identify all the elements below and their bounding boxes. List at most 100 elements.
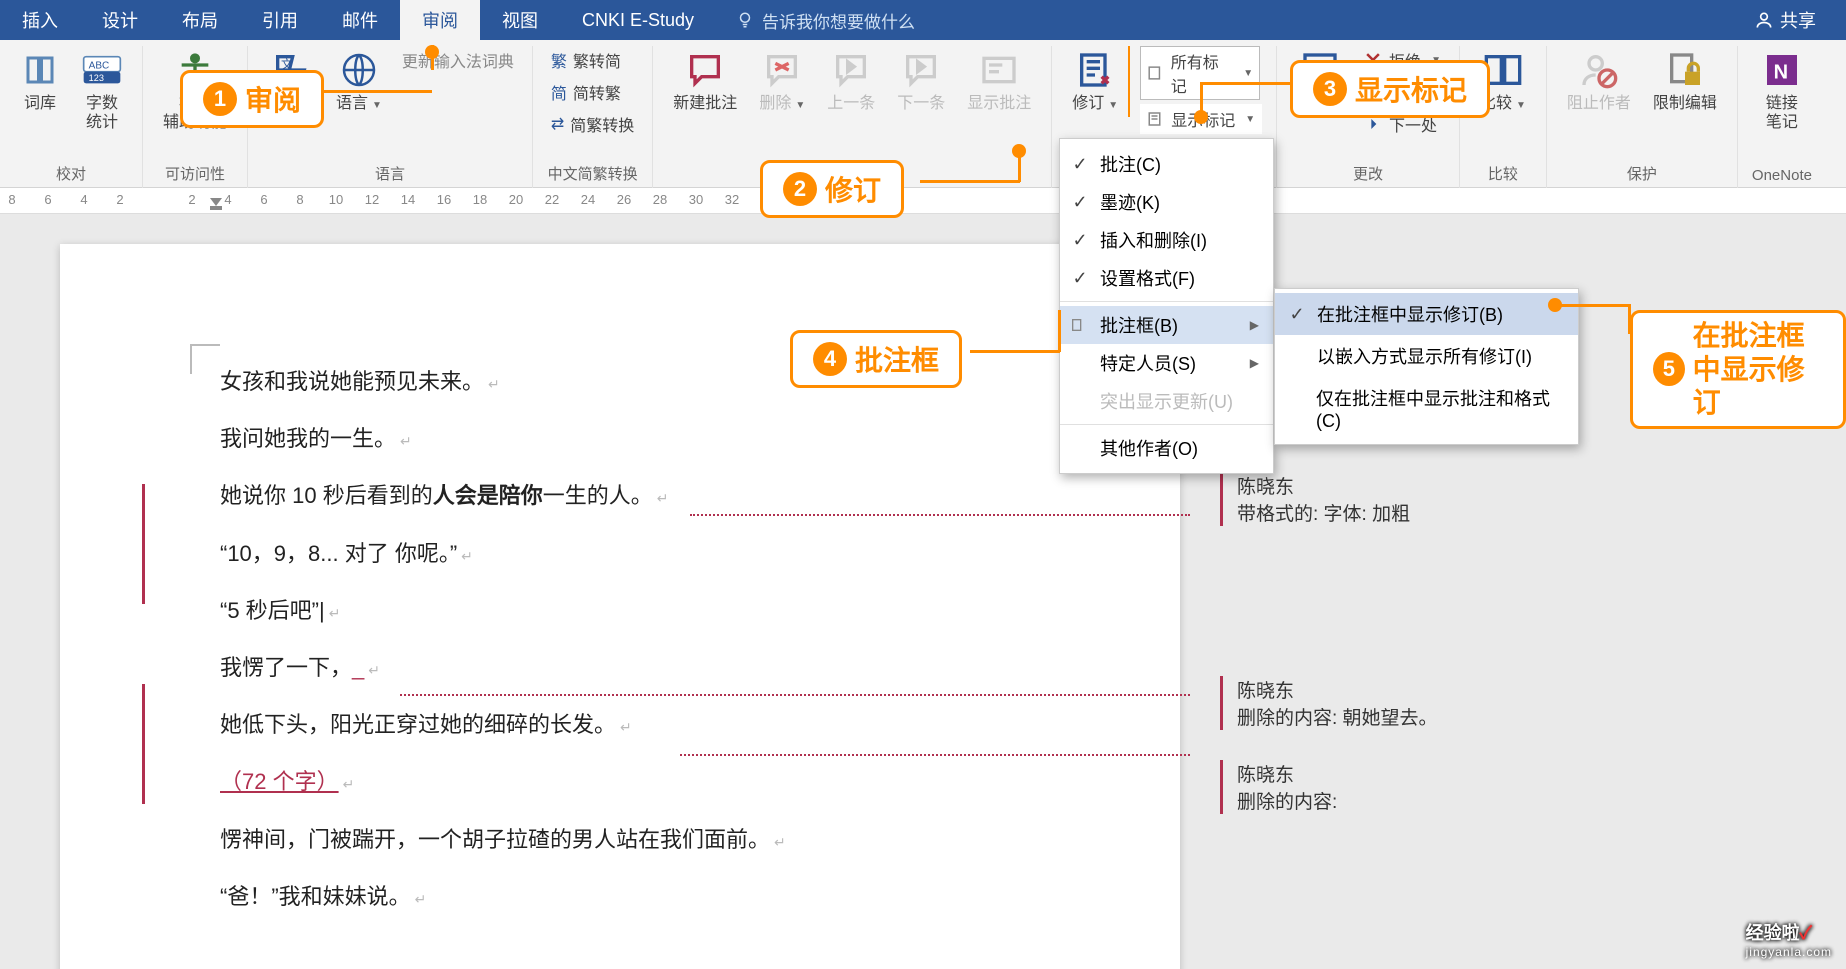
restrict-editing-button[interactable]: 限制编辑 [1647, 46, 1723, 117]
update-ime-button[interactable]: 更新输入法词典 [398, 46, 518, 74]
paragraph[interactable]: “10，9，8... 对了 你呢。”↵ [220, 536, 1020, 571]
revision-author: 陈晓东 [1237, 676, 1650, 703]
show-comments-icon [979, 50, 1019, 90]
tab-view[interactable]: 视图 [480, 0, 560, 40]
lightbulb-icon [736, 11, 754, 29]
share-label: 共享 [1780, 7, 1816, 33]
new-comment-button[interactable]: 新建批注 [667, 46, 743, 117]
tab-layout[interactable]: 布局 [160, 0, 240, 40]
revision-balloon[interactable]: 陈晓东 删除的内容: 朝她望去。 [1220, 676, 1650, 730]
word-count-button[interactable]: ABC123 字数 统计 [76, 46, 128, 136]
change-bar [142, 684, 145, 804]
indent-marker-icon[interactable] [208, 196, 224, 212]
callout-dot [1194, 110, 1208, 124]
revision-author: 陈晓东 [1237, 760, 1650, 787]
callout-dot [425, 45, 439, 59]
menu-item-balloons[interactable]: 批注框(B)▶ [1060, 306, 1273, 344]
page-corner-mark [190, 344, 220, 374]
revision-text: 删除的内容: 朝她望去。 [1237, 703, 1650, 730]
wordcount-icon: ABC 123 [82, 50, 122, 90]
tab-insert[interactable]: 插入 [0, 0, 80, 40]
tab-references[interactable]: 引用 [240, 0, 320, 40]
menu-item-highlight: 突出显示更新(U) [1060, 382, 1273, 420]
submenu-only-comments[interactable]: 仅在批注框中显示批注和格式(C) [1275, 377, 1578, 440]
block-authors-button[interactable]: 阻止作者 [1561, 46, 1637, 117]
watermark: 经验啦✓ jingyanla.com [1746, 919, 1832, 959]
paragraph[interactable]: 她说你 10 秒后看到的人会是陪你一生的人。↵ [220, 478, 1020, 513]
revisions-pane: 陈晓东 带格式的: 字体: 加粗 陈晓东 删除的内容: 朝她望去。 陈晓东 删除… [1220, 472, 1650, 964]
menu-item-other-authors[interactable]: 其他作者(O) [1060, 429, 1273, 467]
delete-comment-button[interactable]: 删除▼ [753, 46, 811, 117]
block-author-icon [1579, 50, 1619, 90]
svg-text:123: 123 [89, 73, 104, 83]
callout-dot [1548, 298, 1562, 312]
track-icon [1075, 50, 1115, 90]
onenote-icon: N [1762, 50, 1802, 90]
tab-bar: 插入 设计 布局 引用 邮件 审阅 视图 CNKI E-Study 告诉我你想要… [0, 0, 1846, 40]
revision-author: 陈晓东 [1237, 472, 1650, 499]
language-button[interactable]: 语言▼ [330, 46, 388, 117]
paragraph[interactable]: 我问她我的一生。↵ [220, 421, 1020, 456]
callout-dot [1012, 144, 1026, 158]
show-comments-button[interactable]: 显示批注 [961, 46, 1037, 117]
menu-item-insertions[interactable]: ✓插入和删除(I) [1060, 221, 1273, 259]
menu-item-formatting[interactable]: ✓设置格式(F) [1060, 259, 1273, 297]
next-comment-button[interactable]: 下一条 [891, 46, 951, 117]
callout-lead [920, 180, 1020, 183]
tab-design[interactable]: 设计 [80, 0, 160, 40]
revision-balloon[interactable]: 陈晓东 带格式的: 字体: 加粗 [1220, 472, 1650, 526]
menu-item-people[interactable]: 特定人员(S)▶ [1060, 344, 1273, 382]
callout-lead [1200, 82, 1203, 112]
ruler[interactable]: 86422468101214161820222426283032343638 [0, 188, 1846, 214]
markup-icon [1147, 64, 1165, 82]
submenu-show-inline[interactable]: 以嵌入方式显示所有修订(I) [1275, 335, 1578, 377]
comment-prev-icon [831, 50, 871, 90]
sc-to-tc-button[interactable]: 简简转繁 [547, 78, 638, 106]
tab-cnki[interactable]: CNKI E-Study [560, 0, 716, 40]
balloons-submenu: ✓在批注框中显示修订(B) 以嵌入方式显示所有修订(I) 仅在批注框中显示批注和… [1274, 288, 1579, 445]
callout-lead [1058, 310, 1061, 352]
callout-3: 3显示标记 [1290, 60, 1490, 118]
balloon-connector [680, 754, 1190, 756]
person-icon [1754, 10, 1774, 30]
share-button[interactable]: 共享 [1754, 7, 1816, 33]
tab-mailings[interactable]: 邮件 [320, 0, 400, 40]
prev-comment-button[interactable]: 上一条 [821, 46, 881, 117]
menu-item-comments[interactable]: ✓批注(C) [1060, 145, 1273, 183]
callout-1: 1审阅 [180, 70, 324, 128]
comment-next-icon [901, 50, 941, 90]
comment-add-icon [685, 50, 725, 90]
tc-to-sc-button[interactable]: 繁繁转简 [547, 46, 638, 74]
revision-text: 带格式的: 字体: 加粗 [1237, 499, 1650, 526]
svg-text:ABC: ABC [89, 60, 110, 71]
callout-lead [1200, 82, 1290, 85]
paragraph[interactable]: 我愣了一下，_↵ [220, 650, 1020, 685]
callout-2: 2修订 [760, 160, 904, 218]
sc-tc-convert-button[interactable]: ⇄简繁转换 [547, 110, 638, 138]
menu-item-ink[interactable]: ✓墨迹(K) [1060, 183, 1273, 221]
callout-4: 4批注框 [790, 330, 962, 388]
balloon-connector [690, 514, 1190, 516]
globe-icon [339, 50, 379, 90]
paragraph[interactable]: 她低下头，阳光正穿过她的细碎的长发。↵ [220, 707, 1020, 742]
paragraph[interactable]: “爸！”我和妹妹说。↵ [220, 879, 1020, 914]
book-icon [20, 50, 60, 90]
show-markup-menu: ✓批注(C) ✓墨迹(K) ✓插入和删除(I) ✓设置格式(F) 批注框(B)▶… [1059, 138, 1274, 474]
revision-text: 删除的内容: [1237, 787, 1650, 814]
callout-5: 5在批注框 中显示修订 [1630, 310, 1846, 429]
thesaurus-button[interactable]: 词库 [14, 46, 66, 117]
change-bar [142, 484, 145, 604]
paragraph[interactable]: “5 秒后吧”|↵ [220, 593, 1020, 628]
submenu-show-in-balloons[interactable]: ✓在批注框中显示修订(B) [1275, 293, 1578, 335]
svg-text:N: N [1774, 61, 1788, 83]
revision-balloon[interactable]: 陈晓东 删除的内容: [1220, 760, 1650, 814]
track-changes-button[interactable]: 修订▼ [1066, 46, 1130, 117]
tab-review[interactable]: 审阅 [400, 0, 480, 40]
onenote-button[interactable]: N 链接 笔记 [1756, 46, 1808, 136]
callout-lead [322, 90, 432, 93]
lock-icon [1665, 50, 1705, 90]
paragraph[interactable]: 愣神间，门被踹开，一个胡子拉碴的男人站在我们面前。↵ [220, 822, 1020, 857]
tell-me-label: 告诉我你想要做什么 [762, 8, 915, 33]
paragraph[interactable]: （72 个字）↵ [220, 764, 1020, 799]
tell-me[interactable]: 告诉我你想要做什么 [736, 8, 915, 33]
